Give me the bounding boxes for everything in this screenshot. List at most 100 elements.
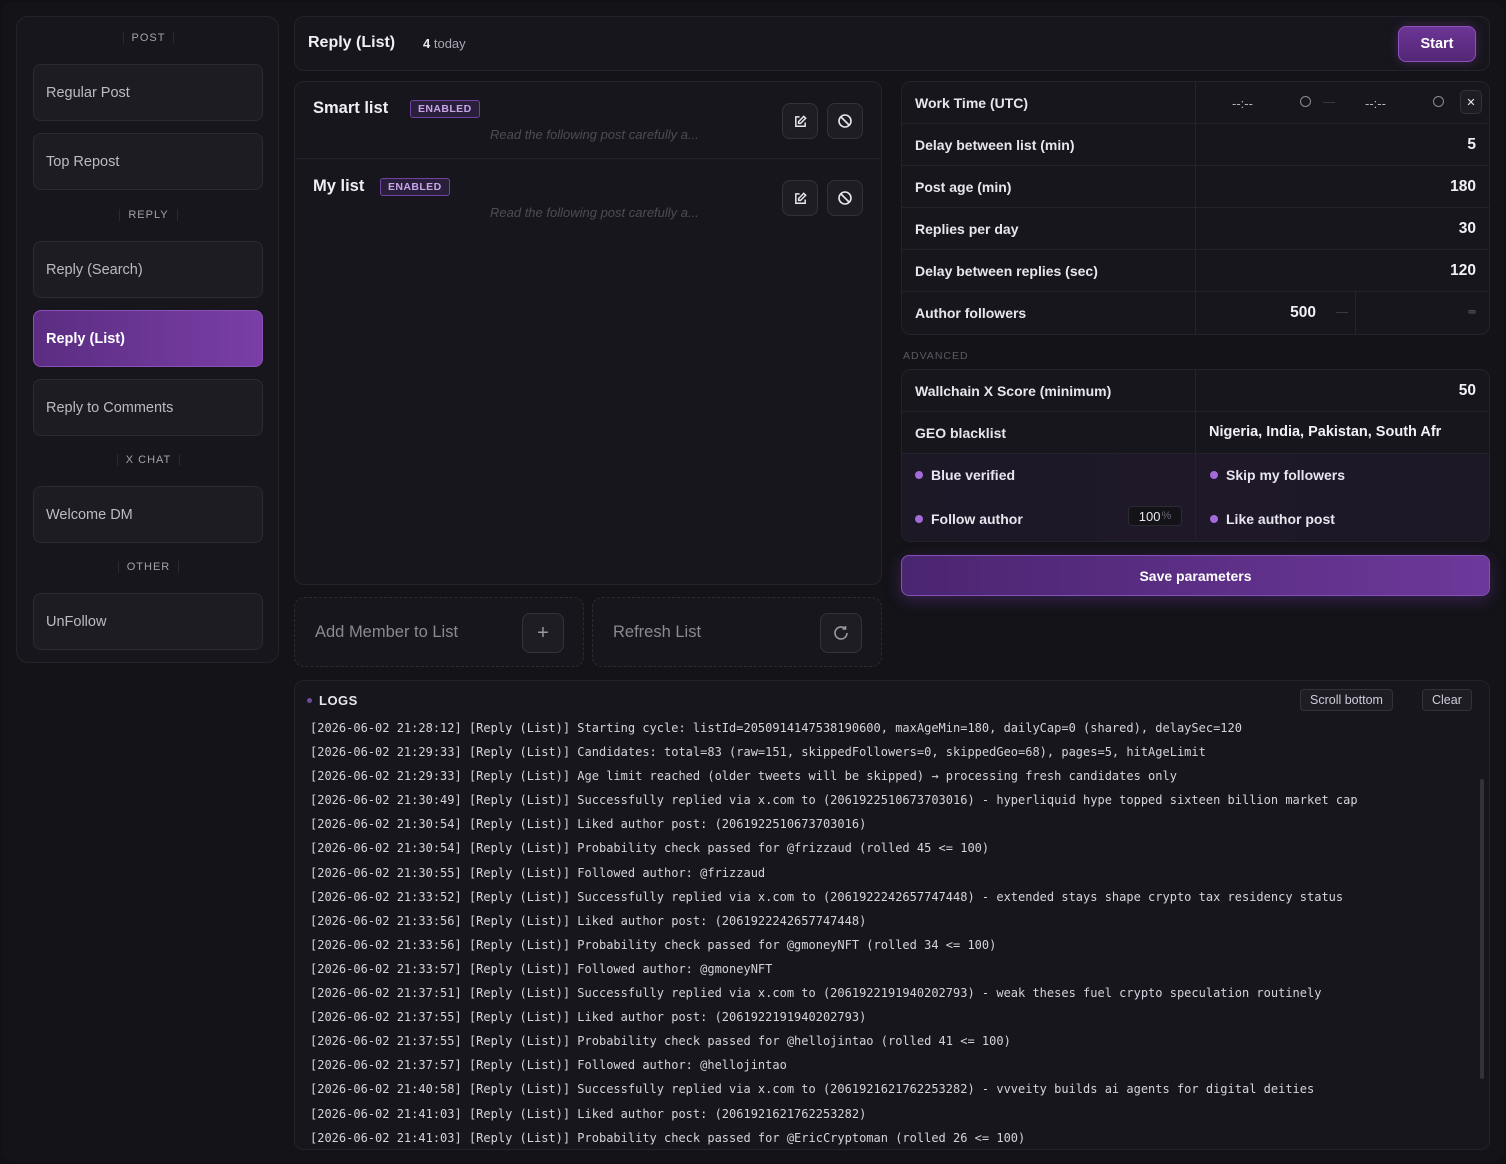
log-line: [2026-06-02 21:37:55] [Reply (List)] Pro…	[310, 1034, 1011, 1049]
logs-dot-icon	[307, 698, 312, 703]
refresh-list-label: Refresh List	[613, 623, 702, 641]
advanced-section-label: ADVANCED	[903, 350, 969, 362]
toggle-options: Blue verified Skip my followers Follow a…	[902, 454, 1489, 541]
list-name: Smart list	[313, 99, 389, 117]
log-line: [2026-06-02 21:37:55] [Reply (List)] Lik…	[310, 1010, 867, 1025]
today-count: 4 today	[423, 36, 466, 51]
lists-panel: Smart list ENABLED Read the following po…	[294, 81, 882, 585]
sidebar-item-top-repost[interactable]: Top Repost	[33, 133, 263, 190]
log-line: [2026-06-02 21:41:03] [Reply (List)] Pro…	[310, 1130, 1026, 1145]
clear-time-icon[interactable]: ✕	[1460, 90, 1482, 114]
like-post-toggle[interactable]: Like author post	[1210, 511, 1335, 527]
work-time-label: Work Time (UTC)	[915, 95, 1029, 111]
log-line: [2026-06-02 21:28:12] [Reply (List)] Sta…	[310, 721, 1242, 735]
delay-replies-input[interactable]: 120	[1450, 262, 1476, 280]
skip-followers-toggle[interactable]: Skip my followers	[1210, 467, 1345, 483]
log-line: [2026-06-02 21:37:51] [Reply (List)] Suc…	[310, 986, 1322, 1001]
logs-panel: LOGS Scroll bottom Clear [2026-06-02 21:…	[294, 680, 1490, 1150]
disable-list-button[interactable]	[827, 180, 863, 216]
refresh-icon[interactable]	[820, 613, 862, 653]
sidebar-section-x-chat: X CHAT	[17, 454, 280, 466]
list-description: Read the following post carefully a...	[490, 205, 699, 220]
post-age-row: Post age (min) 180	[902, 166, 1489, 208]
delay-replies-label: Delay between replies (sec)	[915, 263, 1098, 279]
wallchain-row: Wallchain X Score (minimum) 50	[902, 370, 1489, 412]
delay-replies-row: Delay between replies (sec) 120	[902, 250, 1489, 292]
geo-blacklist-input[interactable]: Nigeria, India, Pakistan, South Afr	[1209, 424, 1441, 440]
page-header: Reply (List) 4 today Start	[294, 16, 1490, 71]
log-line: [2026-06-02 21:33:57] [Reply (List)] Fol…	[310, 961, 773, 976]
wallchain-input[interactable]: 50	[1459, 382, 1476, 400]
geo-blacklist-label: GEO blacklist	[915, 425, 1007, 441]
logs-title: LOGS	[307, 693, 358, 708]
sidebar-item-reply-to-comments[interactable]: Reply to Comments	[33, 379, 263, 436]
disable-list-button[interactable]	[827, 103, 863, 139]
advanced-panel: Wallchain X Score (minimum) 50 GEO black…	[901, 369, 1490, 542]
toggle-dot-icon	[1210, 515, 1218, 523]
log-line: [2026-06-02 21:30:49] [Reply (List)] Suc…	[310, 793, 1358, 808]
log-line: [2026-06-02 21:29:33] [Reply (List)] Age…	[310, 769, 1177, 784]
replies-per-day-label: Replies per day	[915, 221, 1019, 237]
edit-icon	[794, 191, 807, 204]
log-line: [2026-06-02 21:40:58] [Reply (List)] Suc…	[310, 1082, 1315, 1097]
blue-verified-toggle[interactable]: Blue verified	[915, 467, 1015, 483]
status-badge: ENABLED	[380, 178, 450, 196]
delay-list-row: Delay between list (min) 5	[902, 124, 1489, 166]
log-line: [2026-06-02 21:33:56] [Reply (List)] Pro…	[310, 937, 997, 952]
follow-author-toggle[interactable]: Follow author	[915, 511, 1023, 527]
sidebar-item-reply-search[interactable]: Reply (Search)	[33, 241, 263, 298]
sidebar-item-regular-post[interactable]: Regular Post	[33, 64, 263, 121]
author-followers-max-input[interactable]: ∞	[1468, 306, 1476, 318]
log-line: [2026-06-02 21:29:33] [Reply (List)] Can…	[310, 745, 1206, 760]
save-parameters-button[interactable]: Save parameters	[901, 555, 1490, 596]
log-line: [2026-06-02 21:37:57] [Reply (List)] Fol…	[310, 1058, 787, 1073]
list-item[interactable]: Smart list ENABLED Read the following po…	[295, 82, 881, 159]
log-line: [2026-06-02 21:30:54] [Reply (List)] Lik…	[310, 817, 867, 832]
clock-icon[interactable]	[1433, 96, 1444, 107]
edit-icon	[794, 114, 807, 127]
post-age-input[interactable]: 180	[1450, 178, 1476, 196]
list-description: Read the following post carefully a...	[490, 127, 699, 142]
post-age-label: Post age (min)	[915, 179, 1012, 195]
toggle-dot-icon	[915, 471, 923, 479]
sidebar: POST Regular Post Top Repost REPLY Reply…	[16, 16, 279, 663]
toggle-dot-icon	[1210, 471, 1218, 479]
add-member-card[interactable]: Add Member to List +	[294, 597, 584, 667]
replies-per-day-row: Replies per day 30	[902, 208, 1489, 250]
work-time-row: Work Time (UTC) --:-- --:-- ✕	[902, 82, 1489, 124]
sidebar-section-other: OTHER	[17, 561, 280, 573]
log-line: [2026-06-02 21:33:56] [Reply (List)] Lik…	[310, 913, 867, 928]
clear-logs-button[interactable]: Clear	[1422, 689, 1472, 711]
sidebar-section-reply: REPLY	[17, 209, 280, 221]
plus-icon[interactable]: +	[522, 613, 564, 653]
start-button[interactable]: Start	[1398, 26, 1476, 62]
author-followers-min-input[interactable]: 500	[1290, 304, 1316, 322]
list-name: My list	[313, 177, 365, 195]
sidebar-item-welcome-dm[interactable]: Welcome DM	[33, 486, 263, 543]
sidebar-item-unfollow[interactable]: UnFollow	[33, 593, 263, 650]
range-separator	[1323, 102, 1335, 103]
block-icon	[838, 191, 852, 205]
replies-per-day-input[interactable]: 30	[1459, 220, 1476, 238]
edit-list-button[interactable]	[782, 103, 818, 139]
author-followers-label: Author followers	[915, 305, 1027, 321]
toggle-dot-icon	[915, 515, 923, 523]
work-time-end[interactable]: --:--	[1365, 96, 1386, 111]
logs-scrollbar[interactable]	[1480, 779, 1484, 1079]
scroll-bottom-button[interactable]: Scroll bottom	[1300, 689, 1393, 711]
log-line: [2026-06-02 21:30:54] [Reply (List)] Pro…	[310, 841, 990, 856]
list-item[interactable]: My list ENABLED Read the following post …	[295, 160, 881, 237]
wallchain-label: Wallchain X Score (minimum)	[915, 383, 1112, 399]
follow-probability-input[interactable]: 100%	[1128, 506, 1182, 526]
delay-list-label: Delay between list (min)	[915, 137, 1075, 153]
status-badge: ENABLED	[410, 100, 480, 118]
edit-list-button[interactable]	[782, 180, 818, 216]
work-time-start[interactable]: --:--	[1232, 96, 1253, 111]
clock-icon[interactable]	[1300, 96, 1311, 107]
delay-list-input[interactable]: 5	[1467, 136, 1476, 154]
sidebar-item-reply-list[interactable]: Reply (List)	[33, 310, 263, 367]
refresh-list-card[interactable]: Refresh List	[592, 597, 882, 667]
log-line: [2026-06-02 21:30:55] [Reply (List)] Fol…	[310, 865, 766, 880]
log-line: [2026-06-02 21:41:03] [Reply (List)] Lik…	[310, 1106, 867, 1121]
add-member-label: Add Member to List	[315, 623, 459, 641]
